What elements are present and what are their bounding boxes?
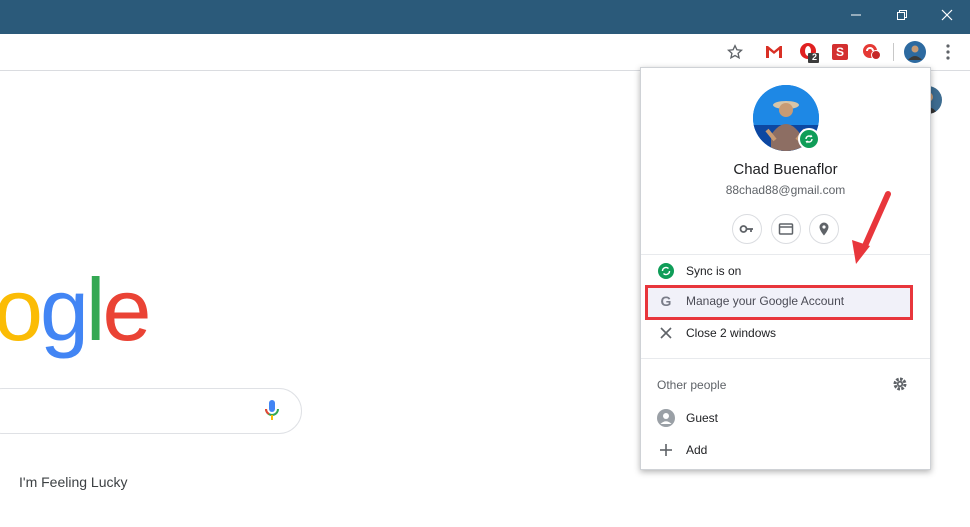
bookmark-star-button[interactable] bbox=[723, 40, 747, 64]
card-icon bbox=[778, 223, 794, 235]
red-extension-icon bbox=[863, 44, 881, 60]
microphone-icon bbox=[265, 400, 279, 420]
restore-button[interactable] bbox=[879, 0, 925, 30]
key-icon bbox=[739, 225, 753, 233]
sync-status-label: Sync is on bbox=[686, 264, 742, 278]
payment-methods-button[interactable] bbox=[771, 214, 801, 244]
opera-badge-count: 2 bbox=[811, 52, 817, 62]
location-pin-icon bbox=[819, 222, 829, 236]
close-x-icon bbox=[656, 323, 676, 343]
feeling-lucky-button[interactable]: I'm Feeling Lucky bbox=[19, 474, 128, 490]
red-arrow-annotation bbox=[852, 191, 891, 264]
profile-menu: Chad Buenaflor 88chad88@gmail.com Sync i… bbox=[640, 67, 931, 470]
highlight-box bbox=[645, 285, 913, 320]
toolbar-separator bbox=[893, 43, 894, 61]
addresses-button[interactable] bbox=[809, 214, 839, 244]
gmail-extension-button[interactable] bbox=[762, 40, 786, 64]
guest-profile-item[interactable]: Guest bbox=[641, 403, 930, 433]
add-label: Add bbox=[686, 443, 708, 457]
browser-menu-button[interactable] bbox=[936, 40, 960, 64]
search-input[interactable] bbox=[0, 388, 302, 434]
star-icon bbox=[727, 44, 743, 60]
minimize-icon bbox=[851, 14, 861, 16]
sync-badge bbox=[798, 128, 820, 150]
restore-icon bbox=[897, 10, 907, 20]
passwords-button[interactable] bbox=[732, 214, 762, 244]
guest-label: Guest bbox=[686, 411, 719, 425]
voice-search-button[interactable] bbox=[262, 398, 282, 427]
gmail-icon bbox=[765, 45, 783, 59]
logo-letter-l: l bbox=[85, 260, 105, 359]
opera-extension-button[interactable]: 2 bbox=[797, 40, 821, 64]
manage-people-button[interactable] bbox=[891, 375, 909, 393]
logo-letter-o: o bbox=[0, 260, 43, 359]
other-people-heading: Other people bbox=[657, 378, 727, 392]
kebab-menu-icon bbox=[946, 44, 950, 60]
minimize-button[interactable] bbox=[833, 0, 879, 30]
s-extension-icon: S bbox=[832, 44, 848, 60]
close-windows-item[interactable]: Close 2 windows bbox=[641, 318, 930, 348]
close-windows-label: Close 2 windows bbox=[686, 326, 777, 340]
close-button[interactable] bbox=[924, 0, 970, 30]
logo-letter-e: e bbox=[102, 260, 151, 359]
profile-name: Chad Buenaflor bbox=[733, 161, 838, 178]
add-person-item[interactable]: Add bbox=[641, 435, 930, 465]
red-extension-button[interactable] bbox=[860, 40, 884, 64]
profile-avatar-icon bbox=[904, 41, 926, 63]
sync-status-icon bbox=[656, 261, 676, 281]
guest-person-icon bbox=[656, 408, 676, 428]
profile-button[interactable] bbox=[903, 40, 927, 64]
close-icon bbox=[941, 9, 953, 21]
google-logo: ogle bbox=[0, 260, 151, 359]
plus-icon bbox=[656, 440, 676, 460]
logo-letter-g: g bbox=[39, 260, 89, 359]
sync-icon bbox=[805, 134, 813, 144]
s-extension-button[interactable]: S bbox=[828, 40, 852, 64]
gear-icon bbox=[893, 377, 907, 391]
menu-divider bbox=[641, 358, 930, 359]
title-bar bbox=[0, 0, 970, 34]
browser-toolbar: 2 S bbox=[0, 34, 970, 71]
